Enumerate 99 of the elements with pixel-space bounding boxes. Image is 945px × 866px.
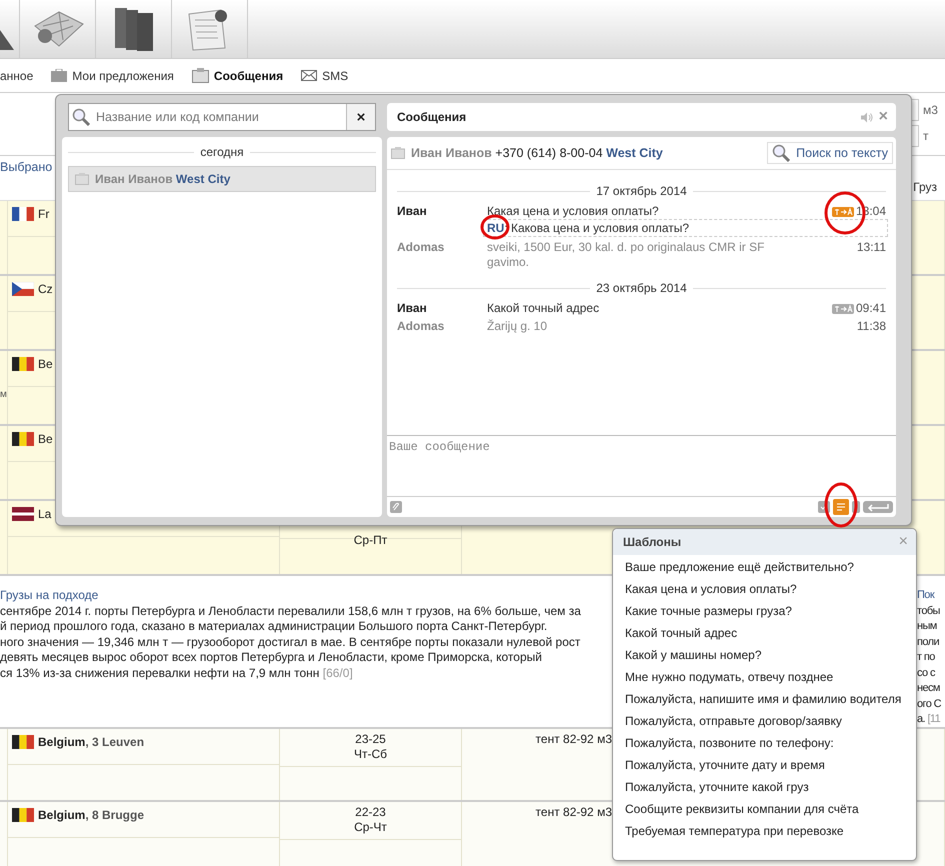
highlight-circle bbox=[824, 482, 858, 528]
template-item[interactable]: Какой точный адрес bbox=[625, 626, 906, 641]
news-text: поли bbox=[917, 634, 940, 650]
text-search-button[interactable]: Поиск по тексту bbox=[767, 142, 893, 164]
template-item[interactable]: Какие точные размеры груза? bbox=[625, 604, 906, 619]
search-icon bbox=[72, 108, 90, 126]
flag-icon bbox=[12, 432, 34, 446]
nav-tab[interactable]: анное bbox=[0, 68, 34, 82]
window-title: Сообщения bbox=[397, 110, 468, 124]
envelope-icon bbox=[301, 70, 318, 81]
translate-icon[interactable] bbox=[832, 206, 854, 216]
unit-label: м3 bbox=[923, 103, 937, 117]
template-item[interactable]: Пожалуйста, позвоните по телефону: bbox=[625, 736, 906, 751]
message-time: 13:11 bbox=[856, 240, 886, 255]
country-name: Fr bbox=[38, 207, 50, 221]
nav-tab[interactable]: Мои предложения bbox=[51, 68, 174, 82]
clipboard-icon bbox=[391, 147, 405, 159]
clipboard-icon bbox=[75, 173, 89, 185]
country-name: Be bbox=[38, 357, 53, 371]
popup-title: Шаблоны bbox=[623, 535, 682, 549]
message-input[interactable]: Ваше сообщение bbox=[387, 435, 896, 497]
triangle-icon[interactable] bbox=[0, 28, 14, 50]
place-name: Belgium, 3 Leuven bbox=[38, 735, 144, 749]
message-text: Какая цена и условия оплаты? bbox=[487, 204, 660, 219]
news-title-link[interactable]: Грузы на подходе bbox=[0, 588, 581, 604]
date-divider: 17 октябрь 2014 bbox=[596, 184, 687, 198]
flag-icon bbox=[12, 808, 34, 822]
news-text: со с bbox=[917, 666, 936, 680]
message-text: sveiki, 1500 Eur, 30 kal. d. po originalaus CMR ir SF gavimo. bbox=[487, 240, 766, 270]
template-item[interactable]: Требуемая температура при перевозке bbox=[625, 824, 906, 839]
nav-tab[interactable]: SMS bbox=[301, 68, 348, 82]
country-name: Be bbox=[38, 432, 53, 446]
comment-counter: [66/0] bbox=[322, 666, 353, 680]
flag-icon bbox=[12, 735, 34, 749]
clear-button[interactable]: × bbox=[346, 104, 375, 130]
weekdays-text: Чт-Сб bbox=[354, 747, 388, 761]
place-name: Belgium, 8 Brugge bbox=[38, 808, 144, 822]
flag-icon bbox=[12, 282, 34, 296]
date-range: 22-23 bbox=[355, 805, 386, 819]
template-item[interactable]: Пожалуйста, уточните дату и время bbox=[625, 758, 906, 773]
contact-item[interactable]: Иван Иванов West City bbox=[68, 166, 376, 192]
weekdays-text: Ср-Чт bbox=[354, 820, 387, 834]
news-text: тобы bbox=[917, 604, 941, 618]
cargo-text: тент 82-92 м3 bbox=[534, 731, 612, 746]
message-text: Какой точный адрес bbox=[487, 301, 600, 316]
nav-tab[interactable]: Сообщения bbox=[192, 68, 284, 83]
message-time: 09:41 bbox=[856, 301, 886, 316]
news-text: ным bbox=[917, 619, 938, 634]
template-item[interactable]: Ваше предложение ещё действительно? bbox=[625, 560, 906, 575]
row-note: м bbox=[0, 389, 7, 400]
column-header: Груз bbox=[913, 180, 938, 196]
news-text: несм bbox=[917, 681, 941, 696]
search-icon bbox=[772, 144, 790, 162]
cargo-text: тент 82-92 м3 bbox=[534, 804, 612, 819]
template-item[interactable]: Какая цена и условия оплаты? bbox=[625, 582, 906, 597]
news-title-link[interactable]: Пок bbox=[917, 588, 945, 604]
news-text: а. bbox=[917, 713, 925, 725]
weekdays-text: Ср-Пт bbox=[354, 533, 388, 547]
news-text: ся 13% из-за снижения перевалки нефти на 7,9 млн тонн bbox=[0, 666, 320, 680]
date-range: 23-25 bbox=[355, 732, 386, 746]
paperclip-icon[interactable] bbox=[390, 501, 402, 513]
template-item[interactable]: Какой у машины номер? bbox=[625, 648, 906, 663]
unit-label: т bbox=[923, 129, 930, 143]
template-item[interactable]: Мне нужно подумать, отвечу позднее bbox=[625, 670, 906, 685]
enter-icon[interactable] bbox=[863, 501, 893, 513]
country-name: La bbox=[38, 507, 52, 521]
flag-icon bbox=[12, 507, 34, 521]
message-author: Adomas bbox=[397, 240, 446, 256]
message-author: Adomas bbox=[397, 319, 446, 334]
news-text: девять месяцев вырос оборот всех портов Петербурга и Ленобласти, кроме Приморска, который bbox=[0, 650, 542, 664]
contact-info: Иван Иванов +370 (614) 8-00-04 West City bbox=[411, 146, 664, 160]
news-text: сентябре 2014 г. порты Петербурга и Ленобласти перевалили 158,6 млн т грузов, на 6% больше, чем за bbox=[0, 604, 581, 618]
selected-tab[interactable]: Выбрано bbox=[0, 156, 52, 200]
template-item[interactable]: Пожалуйста, уточните какой груз bbox=[625, 780, 906, 795]
message-author: Иван bbox=[397, 301, 428, 316]
date-group-label: сегодня bbox=[200, 145, 244, 159]
translate-icon[interactable] bbox=[832, 304, 854, 314]
templates-icon[interactable] bbox=[833, 499, 849, 515]
speaker-icon[interactable] bbox=[860, 112, 873, 122]
briefcase-icon bbox=[51, 69, 68, 82]
template-item[interactable]: Пожалуйста, напишите имя и фамилию водителя bbox=[625, 692, 906, 707]
company-search-field[interactable]: Название или код компании × bbox=[68, 103, 376, 131]
highlight-circle bbox=[480, 214, 510, 240]
template-item[interactable]: Пожалуйста, отправьте договор/заявку bbox=[625, 714, 906, 729]
flag-icon bbox=[12, 207, 34, 221]
clipboard-icon bbox=[192, 68, 209, 83]
comment-counter: [11 bbox=[927, 713, 940, 725]
news-text: т по bbox=[917, 650, 936, 665]
message-text: Žarijų g. 10 bbox=[487, 319, 548, 334]
news-text: ого С bbox=[917, 696, 942, 712]
message-author: Иван bbox=[397, 204, 428, 219]
template-item[interactable]: Сообщите реквизиты компании для счёта bbox=[625, 802, 906, 817]
news-text: ного значения — 19,346 млн т — грузооборот достигал в мае. В сентябре порты показали нулевой рост bbox=[0, 634, 580, 648]
flag-icon bbox=[12, 357, 34, 371]
news-text: й период прошлого года, сказано в материалах администрации Большого порта Санкт-Петербург. bbox=[0, 619, 548, 633]
date-divider: 23 октябрь 2014 bbox=[596, 281, 687, 295]
message-time: 11:38 bbox=[856, 319, 886, 334]
contact-name: Иван Иванов West City bbox=[95, 172, 230, 186]
country-name: Cz bbox=[38, 282, 53, 296]
